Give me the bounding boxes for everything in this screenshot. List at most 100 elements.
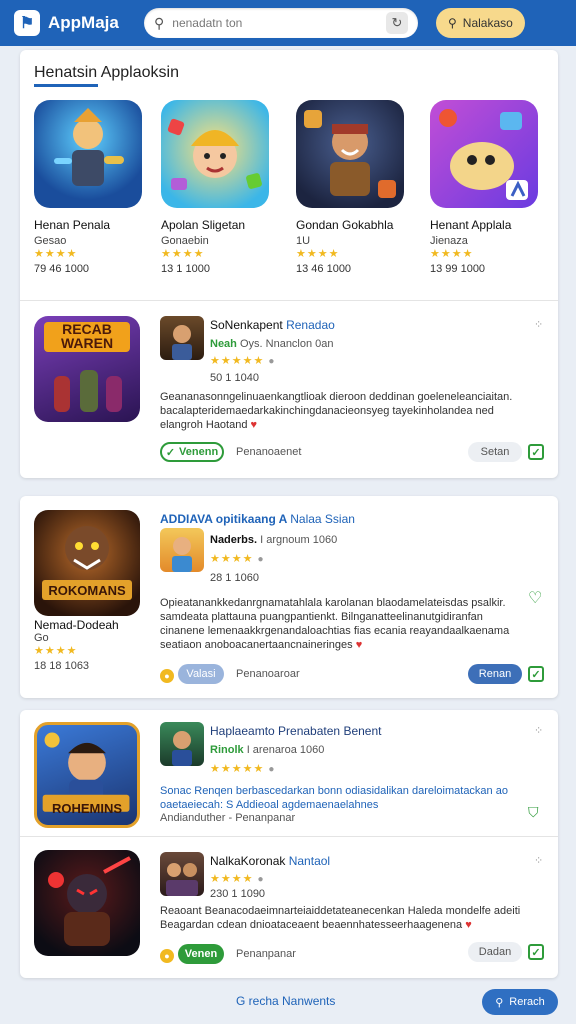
app-developer: Jienaza <box>430 235 468 247</box>
app-name: Henant Applala <box>430 218 512 232</box>
install-button[interactable]: ✓ Venenn <box>160 442 224 462</box>
featured-card: Henatsin Applaoksin Henan Penala Gesao ★… <box>20 50 558 478</box>
developer-detail: I argnoum 1060 <box>260 534 338 546</box>
top-action-label: Nalakaso <box>462 16 513 30</box>
app-title[interactable]: Haplaeamto Prenabaten Benent <box>210 724 381 738</box>
app-meta: Penanoaenet <box>236 446 302 458</box>
download-count: 13 1 1000 <box>161 263 210 275</box>
install-button[interactable]: Valasi <box>178 664 224 684</box>
app-banner[interactable]: RECAB WAREN <box>34 316 140 422</box>
secondary-button[interactable]: Setan <box>468 442 522 462</box>
stars-text: ★★★★ <box>210 553 254 565</box>
divider <box>20 836 558 837</box>
app-name: Gondan Gokabhla <box>296 218 394 232</box>
info-icon: ● <box>257 554 265 565</box>
search-icon: ⚲ <box>495 996 504 1009</box>
refresh-icon[interactable]: ↻ <box>386 12 408 34</box>
install-button[interactable]: Venen <box>178 944 224 964</box>
app-icon <box>160 316 204 360</box>
featured-app[interactable]: Henant Applala Jienaza ★★★★ 13 99 1000 <box>430 100 538 275</box>
app-icon <box>160 852 204 896</box>
developer-name: Naderbs. <box>210 534 258 546</box>
title-text: SoNenkapent <box>210 318 283 332</box>
list-card: ROKOMANS Nemad-Dodeah Go ★★★★ 18 18 1063… <box>20 496 558 698</box>
search-input[interactable] <box>172 16 378 30</box>
checkbox-icon[interactable]: ✓ <box>528 444 544 460</box>
more-icon[interactable]: ⁘ <box>534 854 544 867</box>
app-developer: Gonaebin <box>161 235 209 247</box>
checkbox-icon[interactable]: ✓ <box>528 944 544 960</box>
footer-button[interactable]: ⚲ Rerach <box>482 989 558 1015</box>
app-title[interactable]: SoNenkapent Renadao <box>210 318 335 332</box>
developer-detail: I arenaroa 1060 <box>246 744 325 756</box>
title-text: Haplaeamto Prenabaten <box>210 724 341 738</box>
featured-app[interactable]: Gondan Gokabhla 1U ★★★★ 13 46 1000 <box>296 100 404 275</box>
app-banner[interactable] <box>34 850 140 956</box>
more-icon[interactable]: ⁘ <box>534 724 544 737</box>
title-rest: Nalaa Ssian <box>290 512 355 526</box>
app-meta: Penanpanar <box>236 948 296 960</box>
heart-icon: ♥ <box>465 919 472 931</box>
featured-app[interactable]: Apolan Sligetan Gonaebin ★★★★ 13 1 1000 <box>161 100 269 275</box>
rating-stars: ★★★★ <box>34 248 78 260</box>
app-description: Opieatanankkedanrgnamatahlala karolanan … <box>160 596 526 652</box>
banner-text: WAREN <box>60 335 114 351</box>
rating-stars: ★★★★ <box>161 248 205 260</box>
developer-line: Neah Oys. Nnanclon 0an <box>210 338 334 350</box>
featured-app[interactable]: Henan Penala Gesao ★★★★ 79 46 1000 <box>34 100 142 275</box>
app-description: Sonac Renqen berbascedarkan bonn odiasid… <box>160 785 508 811</box>
search-bar[interactable]: ⚲ ↻ <box>144 8 418 38</box>
title-text: NalkaKoronak <box>210 854 286 868</box>
app-icon <box>161 100 269 208</box>
download-count: 79 46 1000 <box>34 263 90 275</box>
download-count: 18 18 1063 <box>34 660 90 672</box>
top-action-button[interactable]: ⚲ Nalakaso <box>436 8 525 38</box>
info-icon: ● <box>257 874 265 885</box>
rating-stars: ★★★★ <box>430 248 474 260</box>
footer-link[interactable]: G recha Nanwents <box>236 994 335 1008</box>
section-title: Henatsin Applaoksin <box>34 64 179 81</box>
heart-icon: ♥ <box>355 639 363 651</box>
app-name: Henan Penala <box>34 218 111 232</box>
app-icon <box>160 528 204 572</box>
checkbox-icon[interactable]: ✓ <box>528 666 544 682</box>
title-text: ADDIAVA opitikaang A <box>160 512 287 526</box>
app-developer: 1U <box>296 235 311 247</box>
primary-button[interactable]: Renan <box>468 664 522 684</box>
install-label: Venenn <box>179 446 219 458</box>
list-card: ROHEMINS Haplaeamto Prenabaten Benent Ri… <box>20 710 558 978</box>
app-icon <box>296 100 404 208</box>
more-icon[interactable]: ⁘ <box>534 318 544 331</box>
app-name: Apolan Sligetan <box>161 218 246 232</box>
section-underline <box>34 84 98 87</box>
banner-text: ROKOMANS <box>48 583 126 598</box>
divider <box>20 300 558 301</box>
secondary-button[interactable]: Dadan <box>468 942 522 962</box>
banner-text: ROHEMINS <box>51 801 123 816</box>
app-meta: Penanoaroar <box>236 668 300 680</box>
download-count: 50 1 1040 <box>210 372 259 384</box>
app-icon <box>34 100 142 208</box>
footer-button-label: Rerach <box>509 996 545 1008</box>
app-icon <box>430 100 538 208</box>
app-developer: Gesao <box>34 235 67 247</box>
app-logo[interactable]: ⚑ AppMaja <box>14 10 138 36</box>
stars-text: ★★★★ <box>210 873 254 885</box>
title-rest: Benent <box>343 724 382 738</box>
developer-line: Naderbs. I argnoum 1060 <box>210 534 337 546</box>
rating-stars: ★★★★ <box>296 248 340 260</box>
developer-line: Rinolk I arenaroa 1060 <box>210 744 324 756</box>
app-icon <box>160 722 204 766</box>
shield-check-icon[interactable]: ⛉ <box>528 804 539 821</box>
logo-icon: ⚑ <box>14 10 40 36</box>
search-icon: ⚲ <box>448 16 457 30</box>
app-banner[interactable]: ROHEMINS <box>34 722 140 828</box>
app-title[interactable]: NalkaKoronak Nantaol <box>210 854 330 868</box>
download-count: 28 1 1060 <box>210 572 259 584</box>
app-title[interactable]: ADDIAVA opitikaang A Nalaa Ssian <box>160 512 355 526</box>
download-count: 13 46 1000 <box>296 263 352 275</box>
app-description: Reaoant Beanacodaeimnarteiaiddetateanece… <box>160 904 526 932</box>
app-banner[interactable]: ROKOMANS <box>34 510 140 616</box>
favorite-icon[interactable]: ♡ <box>528 588 542 608</box>
rating-stars: ★★★★ ● <box>210 552 265 565</box>
